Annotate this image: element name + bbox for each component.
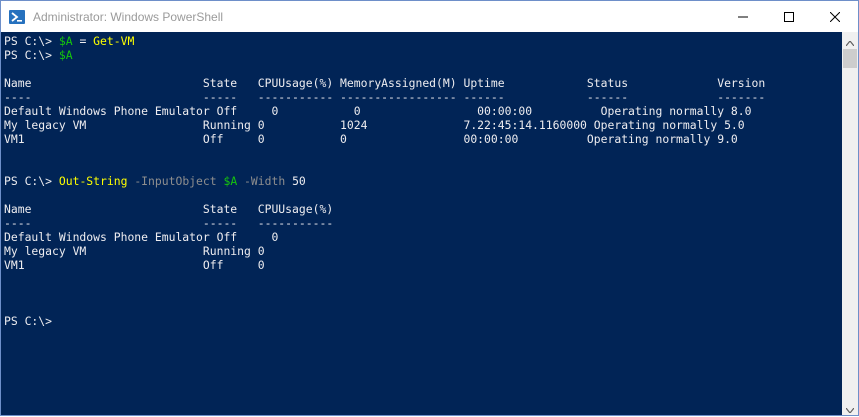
parameter-token: -Width [244, 174, 286, 188]
maximize-button[interactable] [766, 1, 812, 32]
table-divider: ---- ----- ----------- [4, 216, 334, 230]
vertical-scrollbar[interactable] [842, 32, 858, 415]
table-row: VM1 Off 0 [4, 258, 265, 272]
minimize-icon [738, 7, 748, 26]
chevron-down-icon [845, 398, 855, 417]
variable-token: $A [223, 174, 238, 188]
scroll-thumb[interactable] [843, 49, 857, 68]
operator-token: = [72, 34, 94, 48]
prompt-text: PS C:\> [4, 34, 59, 48]
command-prompt[interactable]: PS C:\> [4, 314, 52, 328]
command-line-out-string: PS C:\> Out-String -InputObject $A -Widt… [4, 174, 306, 188]
parameter-token: -InputObject [134, 174, 217, 188]
cmdlet-token: Get-VM [93, 34, 135, 48]
table-row: VM1 Off 0 0 00:00:00 Operating normally … [4, 132, 738, 146]
maximize-icon [784, 7, 794, 26]
powershell-icon[interactable] [9, 9, 25, 25]
close-icon [829, 7, 841, 26]
close-button[interactable] [812, 1, 858, 32]
table-row: My legacy VM Running 0 [4, 244, 265, 258]
scroll-down-button[interactable] [842, 399, 858, 415]
cmdlet-token: Out-String [58, 174, 128, 188]
table-header: Name State CPUUsage(%) MemoryAssigned(M)… [4, 76, 766, 90]
table-divider: ---- ----- ----------- -----------------… [4, 90, 766, 104]
command-line-get-vm: PS C:\> $A = Get-VM [4, 34, 134, 48]
command-line-show-var: PS C:\> $A [4, 48, 73, 62]
table-row: My legacy VM Running 0 1024 7.22:45:14.1… [4, 118, 745, 132]
variable-token: $A [58, 48, 73, 62]
prompt-text: PS C:\> [4, 48, 59, 62]
table-row: Default Windows Phone Emulator Off 0 [4, 230, 279, 244]
minimize-button[interactable] [720, 1, 766, 32]
window-title: Administrator: Windows PowerShell [33, 9, 224, 24]
variable-token: $A [58, 34, 73, 48]
powershell-window: Administrator: Windows PowerShell PS C:\… [0, 0, 859, 416]
chevron-up-icon [845, 31, 855, 50]
scroll-up-button[interactable] [842, 32, 858, 48]
console-output[interactable]: PS C:\> $A = Get-VM PS C:\> $A Name Stat… [1, 32, 842, 415]
table-header: Name State CPUUsage(%) [4, 202, 334, 216]
number-token: 50 [292, 174, 306, 188]
title-bar[interactable]: Administrator: Windows PowerShell [1, 1, 858, 32]
table-row: Default Windows Phone Emulator Off 0 0 0… [4, 104, 752, 118]
prompt-text: PS C:\> [4, 174, 59, 188]
